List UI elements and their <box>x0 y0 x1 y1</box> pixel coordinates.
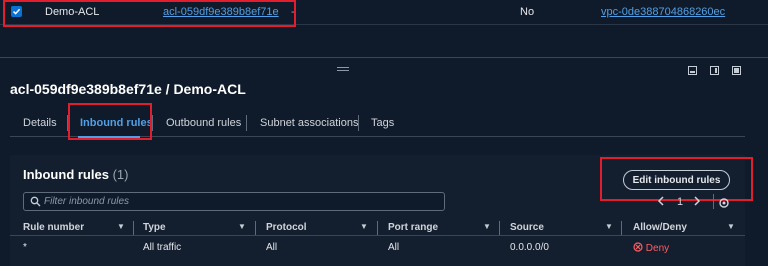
col-type[interactable]: Type <box>143 222 166 233</box>
default-value: No <box>520 6 535 18</box>
column-divider[interactable] <box>133 221 134 235</box>
next-page-icon[interactable] <box>693 196 701 209</box>
panel-title: Inbound rules (1) <box>23 167 128 182</box>
col-source[interactable]: Source <box>510 222 544 233</box>
col-rule-number[interactable]: Rule number <box>23 222 84 233</box>
deny-label: Deny <box>645 243 670 254</box>
sort-icon[interactable]: ▼ <box>605 222 613 231</box>
col-protocol[interactable]: Protocol <box>266 222 307 233</box>
page-number[interactable]: 1 <box>677 196 683 208</box>
resize-handle-icon-line <box>337 70 349 71</box>
search-icon <box>30 196 41 207</box>
pane-full-icon[interactable] <box>732 66 741 75</box>
cell-action: Deny <box>633 242 669 254</box>
sort-icon[interactable]: ▼ <box>483 222 491 231</box>
cell-rule-number: * <box>23 242 27 253</box>
sort-icon[interactable]: ▼ <box>360 222 368 231</box>
tab-separator <box>246 115 247 131</box>
sort-icon[interactable]: ▼ <box>238 222 246 231</box>
prev-page-icon[interactable] <box>657 196 665 209</box>
column-divider[interactable] <box>499 221 500 235</box>
column-divider[interactable] <box>377 221 378 235</box>
tab-separator <box>358 115 359 131</box>
column-divider[interactable] <box>255 221 256 235</box>
pane-side-icon[interactable] <box>710 66 719 75</box>
vpc-id-link[interactable]: vpc-0de388704868260ec <box>601 0 725 24</box>
table-header-line <box>10 235 745 236</box>
resize-handle-icon[interactable] <box>337 67 349 68</box>
pager-separator <box>713 194 714 209</box>
deny-icon <box>633 242 643 252</box>
cell-port-range: All <box>388 242 400 253</box>
col-port-range[interactable]: Port range <box>388 222 438 233</box>
detail-title: acl-059df9e389b8ef71e / Demo-ACL <box>10 81 246 97</box>
sort-icon[interactable]: ▼ <box>727 222 735 231</box>
highlight-box-tab <box>68 103 152 140</box>
col-allow-deny[interactable]: Allow/Deny <box>633 222 687 233</box>
tab-tags[interactable]: Tags <box>371 117 394 129</box>
cell-type: All traffic <box>143 242 182 253</box>
pane-bottom-icon[interactable] <box>688 66 697 75</box>
tab-outbound-rules[interactable]: Outbound rules <box>166 117 241 129</box>
cell-protocol: All <box>266 242 278 253</box>
highlight-box-button <box>600 157 753 201</box>
search-placeholder: Filter inbound rules <box>44 196 130 207</box>
panel-title-text: Inbound rules <box>23 167 109 182</box>
settings-gear-icon[interactable] <box>718 196 730 214</box>
split-divider-area <box>0 30 768 66</box>
rule-count: (1) <box>112 167 129 182</box>
tab-separator <box>152 115 153 131</box>
sort-icon[interactable]: ▼ <box>117 222 125 231</box>
column-divider[interactable] <box>621 221 622 235</box>
tab-details[interactable]: Details <box>23 117 57 129</box>
tab-subnet-associations[interactable]: Subnet associations <box>260 117 358 129</box>
cell-source: 0.0.0.0/0 <box>510 242 549 253</box>
highlight-box-row <box>3 0 296 27</box>
split-divider-line <box>0 57 768 58</box>
